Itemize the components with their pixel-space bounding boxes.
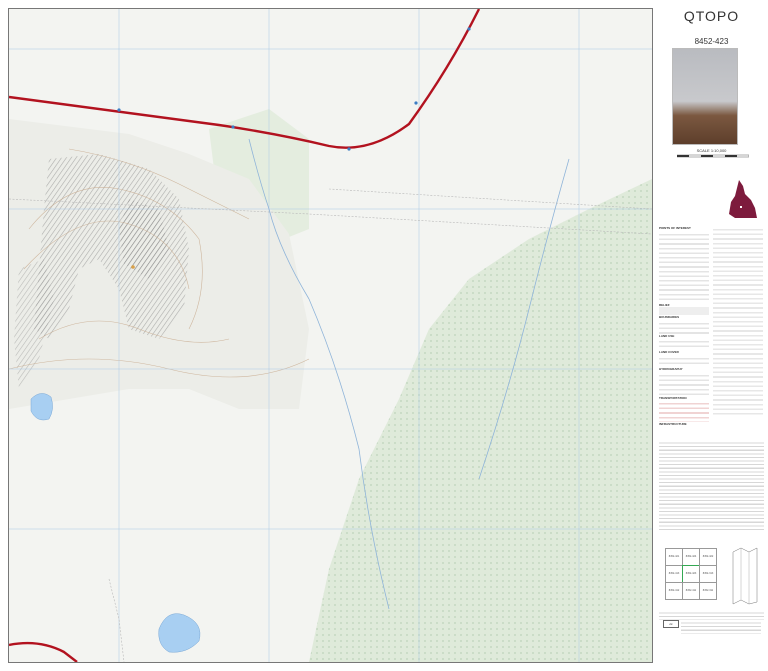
photo-thumbnail (672, 48, 738, 145)
sheet-number: 8452-423 (694, 37, 729, 46)
index-cell[interactable]: 8452-421 (665, 548, 683, 566)
index-cell[interactable]: 8452-313 (699, 565, 717, 583)
index-cell[interactable]: 8452-311 (699, 582, 717, 600)
folding-diagram (732, 547, 758, 605)
index-cell[interactable]: 8452-424 (682, 548, 700, 566)
info-panel: QTOPO 8452-423 SCALE 1:10,000 POINTS OF … (655, 0, 768, 671)
topographic-map[interactable] (9, 9, 652, 662)
copyright-text (681, 620, 761, 634)
scale-label: SCALE 1:10,000 (696, 148, 727, 153)
legend-column-2 (713, 226, 763, 416)
dam-north (30, 393, 53, 421)
legend-column-1: POINTS OF INTEREST RELIEF BOUNDARIES LAN… (659, 226, 709, 427)
creative-commons-icon: cc (663, 620, 679, 628)
index-cell[interactable]: 8452-412 (665, 582, 683, 600)
index-cell[interactable]: 8452-413 (665, 565, 683, 583)
queensland-locator-icon (729, 180, 757, 218)
index-cell[interactable]: 8452-422 (699, 548, 717, 566)
scale-bar (677, 154, 749, 158)
map-title: QTOPO (683, 8, 740, 24)
map-frame[interactable] (8, 8, 653, 663)
footer-text (659, 610, 764, 620)
point-of-interest-icon (131, 265, 135, 269)
map-index: 8452-421 8452-424 8452-422 8452-413 8452… (665, 548, 717, 600)
legend-heading: INFRASTRUCTURE (659, 422, 687, 427)
disclaimer-text (659, 440, 764, 530)
index-cell-current[interactable]: 8452-423 (682, 565, 700, 583)
index-cell[interactable]: 8452-411 (682, 582, 700, 600)
